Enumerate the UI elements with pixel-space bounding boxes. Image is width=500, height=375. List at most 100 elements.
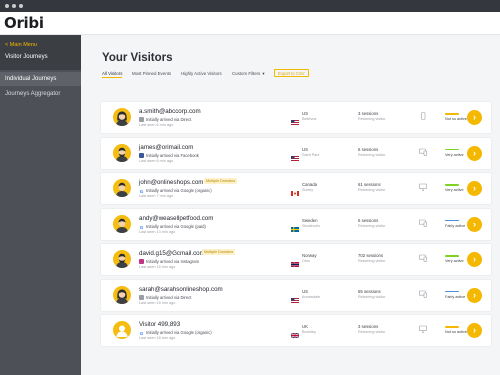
chevron-right-icon: › <box>473 254 476 264</box>
flag-ca-icon <box>291 183 299 196</box>
visitor-name[interactable]: Visitor 499,893 <box>139 321 180 328</box>
open-journey-button[interactable]: › <box>467 110 482 125</box>
visitor-row[interactable]: Visitor 499,893 G Initially arrived via Go… <box>101 315 491 346</box>
flag-us-icon <box>291 148 299 161</box>
activity-bar <box>445 113 459 115</box>
desktop-icon <box>419 183 427 191</box>
activity-level: Fairly active <box>445 294 466 299</box>
last-seen: Last seen 6 min ago <box>139 158 174 163</box>
activity-level: Very active <box>445 152 464 157</box>
window-close-dot[interactable] <box>5 4 9 8</box>
activity-bar <box>445 148 459 150</box>
arrival-text: Initially arrived via Instagram <box>146 259 200 264</box>
chevron-right-icon: › <box>473 325 476 335</box>
last-seen: Last seen 6 min ago <box>139 123 174 127</box>
arrival-source: Initially arrived via Instagram <box>139 259 199 264</box>
visitor-row[interactable]: john@onlineshops.com Multiple Domains G Ini… <box>101 173 491 204</box>
flag-us-icon <box>291 112 299 125</box>
visitor-type: Returning visitor <box>358 259 386 263</box>
arrival-text: Initially arrived via Google (paid) <box>146 223 206 229</box>
open-journey-button[interactable]: › <box>467 252 482 267</box>
filter-highly-active-visitors[interactable]: Highly Active Visitors <box>181 71 222 76</box>
city: Annandale <box>302 294 321 299</box>
avatar <box>113 250 131 268</box>
avatar <box>113 143 131 162</box>
visitor-name[interactable]: andy@weasellpetfood.com <box>139 215 213 222</box>
visitor-name[interactable]: james@orimail.com <box>139 144 193 151</box>
visitor-row[interactable]: james@orimail.com Initially arrived via F… <box>101 137 491 169</box>
arrival-source: Initially arrived via Facebook <box>139 152 199 158</box>
session-count: 55 sessions <box>358 288 381 294</box>
window-minimize-dot[interactable] <box>12 4 16 8</box>
desktop-mobile-icon <box>419 290 427 298</box>
chevron-right-icon: › <box>473 218 476 229</box>
visitor-row[interactable]: andy@weasellpetfood.com G Initially arrive… <box>101 208 491 240</box>
country: Norway <box>302 253 317 258</box>
window-zoom-dot[interactable] <box>19 4 23 8</box>
export-csv-button[interactable]: Export to CSV <box>274 69 309 77</box>
city: Surrey <box>302 188 314 192</box>
sidebar-item-journeys-aggregator[interactable]: Journeys Aggregator <box>0 87 81 101</box>
filter-all-visitors[interactable]: All Visitors <box>102 71 123 78</box>
direct-icon <box>139 117 144 122</box>
session-count: 702 sessions <box>358 253 384 258</box>
arrival-text: Initially arrived via Google (organic) <box>146 188 212 193</box>
brand-bar: Oribi <box>0 12 500 35</box>
avatar <box>113 214 131 233</box>
open-journey-button[interactable]: › <box>467 287 482 303</box>
desktop-icon <box>419 325 427 333</box>
visitor-row[interactable]: sarah@sarahsonlineshop.com Initially arri… <box>101 279 491 311</box>
flag-se-icon <box>291 219 299 232</box>
arrival-text: Initially arrived via Google (organic) <box>146 330 212 335</box>
main-menu-link[interactable]: < Main Menu <box>5 42 37 48</box>
activity-level: Fairly active <box>445 223 466 228</box>
last-seen: Last seen 16 min ago <box>139 336 176 340</box>
chevron-right-icon: › <box>473 112 476 122</box>
visitor-type: Returning visitor <box>358 188 386 192</box>
page-title: Your Visitors <box>102 52 173 64</box>
sidebar-header: < Main Menu Visitor Journeys <box>0 35 81 70</box>
avatar <box>113 321 131 339</box>
open-journey-button[interactable]: › <box>467 181 482 196</box>
visitor-name[interactable]: john@onlineshops.com <box>139 179 203 186</box>
activity-level: Not so active <box>445 117 467 121</box>
chevron-down-icon: ▼ <box>261 71 266 76</box>
activity-bar <box>445 219 459 221</box>
brand-logo[interactable]: Oribi <box>4 14 44 32</box>
sidebar-item-individual-journeys[interactable]: Individual Journeys <box>0 72 81 86</box>
open-journey-button[interactable]: › <box>467 216 482 232</box>
filter-most-pinned-events[interactable]: Most Pinned Events <box>132 71 171 76</box>
desktop-mobile-icon <box>419 254 427 262</box>
country: UK <box>302 324 308 329</box>
visitor-name[interactable]: david.g15@Gcmail.com <box>139 250 205 257</box>
activity-bar <box>445 184 459 186</box>
country: Canada <box>302 182 318 187</box>
chevron-right-icon: › <box>473 289 476 300</box>
city: Bromley <box>302 330 316 334</box>
arrival-source: Initially arrived via Direct <box>139 117 191 122</box>
last-seen: Last seen 15 min ago <box>139 300 176 305</box>
activity-level: Very active <box>445 259 464 263</box>
sidebar: < Main Menu Visitor Journeys Individual … <box>0 35 81 375</box>
country: US <box>302 288 308 294</box>
mobile-icon <box>419 112 427 120</box>
city: Oslo <box>302 259 310 263</box>
custom-filters-label: Custom Filters <box>232 71 261 76</box>
arrival-text: Initially arrived via Facebook <box>146 152 199 158</box>
visitor-name[interactable]: sarah@sarahsonlineshop.com <box>139 286 223 293</box>
visitor-row[interactable]: a.smith@abccorp.com Initially arrived via… <box>101 102 491 133</box>
activity-level: Not so active <box>445 330 467 334</box>
visitor-row[interactable]: david.g15@Gcmail.com Multiple Domains Init… <box>101 244 491 275</box>
session-count: 3 sessions <box>358 111 379 116</box>
open-journey-button[interactable]: › <box>467 323 482 338</box>
flag-uk-icon <box>290 325 300 339</box>
multiple-domains-badge: Multiple Domains <box>204 178 238 184</box>
visitor-name[interactable]: a.smith@abccorp.com <box>139 108 201 115</box>
desktop-mobile-icon <box>419 148 427 156</box>
filter-custom-filters[interactable]: Custom Filters ▼ <box>232 71 266 76</box>
activity-bar <box>445 290 459 292</box>
avatar <box>113 108 131 126</box>
activity-level: Very active <box>445 188 464 192</box>
country: US <box>302 146 308 152</box>
open-journey-button[interactable]: › <box>467 145 482 161</box>
